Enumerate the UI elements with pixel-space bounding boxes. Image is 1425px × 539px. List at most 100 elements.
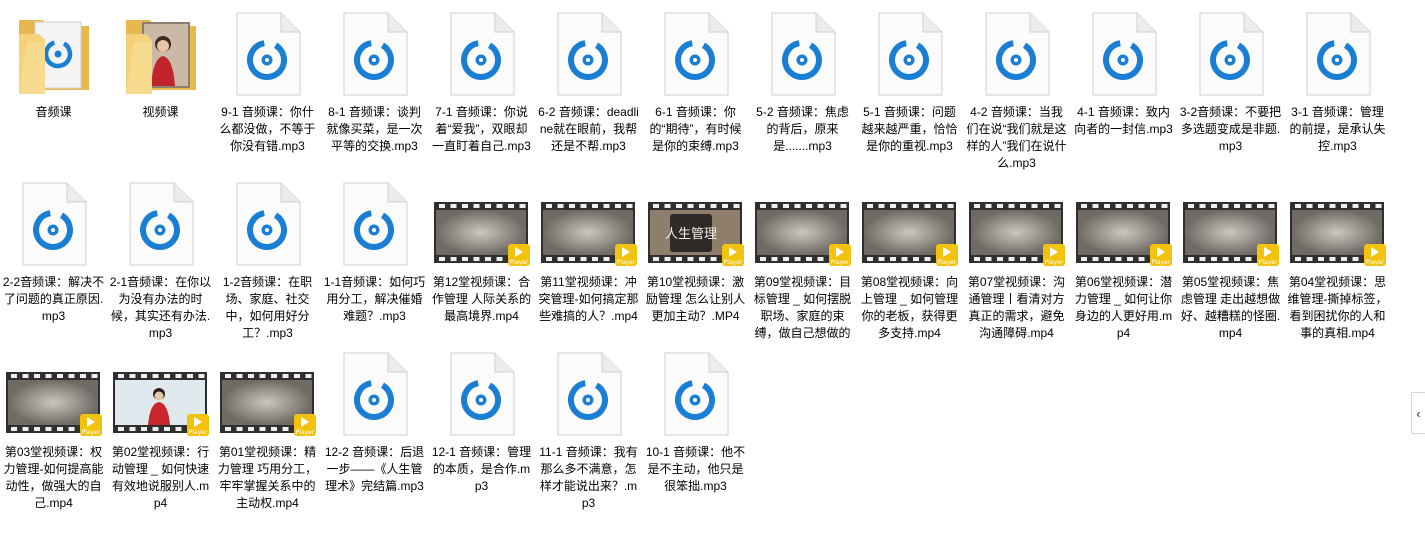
file-item[interactable]: Player 第01堂视频课：精力管理 巧用分工，牢牢掌握关系中的主动权.mp4: [214, 350, 321, 520]
player-badge-text: Player: [81, 429, 100, 436]
player-badge-text: Player: [1044, 259, 1063, 266]
file-name: 1-2音频课：在职场、家庭、社交中，如何用好分工？.mp3: [222, 275, 313, 340]
file-name: 1-1音频课：如何巧用分工，解决催婚难题？.mp3: [323, 275, 426, 323]
file-name: 第06堂视频课：潜力管理 _ 如何让你身边的人更好用.mp4: [1074, 275, 1173, 340]
logo-text: 人生管理: [664, 227, 716, 242]
audio-file-icon: [327, 350, 423, 436]
file-name: 3-2音频课：不要把多选题变成是非题.mp3: [1179, 105, 1282, 153]
file-name: 9-1 音频课：你什么都没做，不等于你没有错.mp3: [219, 105, 316, 153]
audio-file-icon: [434, 350, 530, 436]
file-item[interactable]: Player 第06堂视频课：潜力管理 _ 如何让你身边的人更好用.mp4: [1070, 180, 1177, 350]
file-item[interactable]: 12-1 音频课：管理的本质，是合作.mp3: [428, 350, 535, 520]
audio-file-icon: [434, 10, 530, 96]
audio-file-icon: [541, 10, 637, 96]
player-badge-text: Player: [937, 259, 956, 266]
video-file-icon: Player: [5, 350, 102, 436]
audio-file-icon: [327, 180, 423, 266]
file-name: 第05堂视频课：焦虑管理 走出越想做好、越糟糕的怪圈.mp4: [1180, 275, 1281, 340]
file-item[interactable]: 9-1 音频课：你什么都没做，不等于你没有错.mp3: [214, 10, 321, 180]
file-item[interactable]: Player 第02堂视频课：行动管理 _ 如何快速有效地说服别人.mp4: [107, 350, 214, 520]
player-badge-text: Player: [1365, 259, 1384, 266]
file-name: 5-2 音频课：焦虑的背后，原来是.......mp3: [756, 105, 849, 153]
audio-file-icon: [541, 350, 637, 436]
file-item[interactable]: 5-2 音频课：焦虑的背后，原来是.......mp3: [749, 10, 856, 180]
file-name: 12-2 音频课：后退一步——《人生管理术》完结篇.mp3: [324, 445, 425, 493]
file-item[interactable]: 3-1 音频课：管理的前提，是承认失控.mp3: [1284, 10, 1391, 180]
file-item[interactable]: 10-1 音频课：他不是不主动，他只是很笨拙.mp3: [642, 350, 749, 520]
file-item[interactable]: 人生管理 Player 第10堂视频课：激励管理 怎么让别人更加主动？.MP4: [642, 180, 749, 350]
player-badge-text: Player: [188, 429, 207, 436]
video-file-icon: Player: [1182, 180, 1279, 266]
file-item[interactable]: 4-1 音频课：致内向者的一封信.mp3: [1070, 10, 1177, 180]
file-name: 8-1 音频课：谈判就像买菜，是一次平等的交换.mp3: [326, 105, 423, 153]
file-item[interactable]: 1-1音频课：如何巧用分工，解决催婚难题？.mp3: [321, 180, 428, 350]
file-name: 3-1 音频课：管理的前提，是承认失控.mp3: [1289, 105, 1386, 153]
video-file-icon: Player: [968, 180, 1065, 266]
video-file-icon: Player: [112, 350, 209, 436]
audio-file-icon: [755, 10, 851, 96]
file-item[interactable]: 1-2音频课：在职场、家庭、社交中，如何用好分工？.mp3: [214, 180, 321, 350]
file-name: 2-1音频课：在你以为没有办法的时候，其实还有办法.mp3: [109, 275, 212, 340]
file-item[interactable]: Player 第11堂视频课：冲突管理-如何搞定那些难搞的人？.mp4: [535, 180, 642, 350]
video-file-icon: Player: [540, 180, 637, 266]
folder-item[interactable]: 音频课: [0, 10, 107, 180]
video-file-icon: Player: [861, 180, 958, 266]
file-item[interactable]: 2-1音频课：在你以为没有办法的时候，其实还有办法.mp3: [107, 180, 214, 350]
file-item[interactable]: Player 第08堂视频课：向上管理 _ 如何管理你的老板，获得更多支持.mp…: [856, 180, 963, 350]
audio-file-icon: [220, 10, 316, 96]
file-item[interactable]: 6-1 音频课：你的“期待”，有时候是你的束缚.mp3: [642, 10, 749, 180]
collapse-panel-button[interactable]: ‹: [1411, 392, 1425, 434]
file-name: 6-2 音频课：deadline就在眼前，我帮还是不帮.mp3: [538, 105, 639, 153]
file-item[interactable]: Player 第12堂视频课：合作管理 人际关系的最高境界.mp4: [428, 180, 535, 350]
player-badge-text: Player: [509, 259, 528, 266]
file-name: 第09堂视频课：目标管理 _ 如何摆脱职场、家庭的束缚，做自己想做的事.mp4: [753, 275, 852, 340]
file-name: 11-1 音频课：我有那么多不满意，怎样才能说出来？.mp3: [539, 445, 638, 510]
file-name: 视频课: [142, 105, 179, 119]
file-item[interactable]: Player 第07堂视频课：沟通管理丨看清对方真正的需求，避免沟通障碍.mp4: [963, 180, 1070, 350]
file-name: 12-1 音频课：管理的本质，是合作.mp3: [431, 445, 532, 493]
file-item[interactable]: 12-2 音频课：后退一步——《人生管理术》完结篇.mp3: [321, 350, 428, 520]
file-name: 第08堂视频课：向上管理 _ 如何管理你的老板，获得更多支持.mp4: [860, 275, 959, 340]
file-item[interactable]: Player 第03堂视频课：权力管理-如何提高能动性，做强大的自己.mp4: [0, 350, 107, 520]
file-item[interactable]: Player 第04堂视频课：思维管理-撕掉标签，看到困扰你的人和事的真相.mp…: [1284, 180, 1391, 350]
video-file-icon: Player: [754, 180, 851, 266]
file-name: 第01堂视频课：精力管理 巧用分工，牢牢掌握关系中的主动权.mp4: [217, 445, 318, 510]
video-file-icon: Player: [433, 180, 530, 266]
audio-file-icon: [6, 180, 102, 266]
chevron-left-icon: ‹: [1416, 405, 1421, 421]
audio-file-icon: [648, 10, 744, 96]
audio-file-icon: [969, 10, 1065, 96]
file-item[interactable]: 6-2 音频课：deadline就在眼前，我帮还是不帮.mp3: [535, 10, 642, 180]
file-name: 音频课: [35, 105, 72, 119]
file-grid: 音频课 视频课 9-1 音频课：你什么都没做，不等于你没有错.mp3 8-1 音…: [0, 10, 1410, 520]
audio-file-icon: [648, 350, 744, 436]
player-badge-text: Player: [1258, 259, 1277, 266]
file-name: 第02堂视频课：行动管理 _ 如何快速有效地说服别人.mp4: [111, 445, 210, 510]
video-file-icon: 人生管理 Player: [647, 180, 744, 266]
file-item[interactable]: 3-2音频课：不要把多选题变成是非题.mp3: [1177, 10, 1284, 180]
video-file-icon: Player: [1075, 180, 1172, 266]
file-item[interactable]: Player 第05堂视频课：焦虑管理 走出越想做好、越糟糕的怪圈.mp4: [1177, 180, 1284, 350]
player-badge-text: Player: [1151, 259, 1170, 266]
player-badge-text: Player: [616, 259, 635, 266]
file-name: 5-1 音频课：问题越来越严重，恰恰是你的重视.mp3: [861, 105, 958, 153]
file-name: 第04堂视频课：思维管理-撕掉标签，看到困扰你的人和事的真相.mp4: [1287, 275, 1388, 340]
file-name: 6-1 音频课：你的“期待”，有时候是你的束缚.mp3: [649, 105, 742, 153]
folder-item[interactable]: 视频课: [107, 10, 214, 180]
audio-file-icon: [113, 180, 209, 266]
file-item[interactable]: 5-1 音频课：问题越来越严重，恰恰是你的重视.mp3: [856, 10, 963, 180]
file-item[interactable]: 8-1 音频课：谈判就像买菜，是一次平等的交换.mp3: [321, 10, 428, 180]
file-name: 2-2音频课：解决不了问题的真正原因.mp3: [2, 275, 105, 323]
file-item[interactable]: 7-1 音频课：你说着“爱我”，双眼却一直盯着自己.mp3: [428, 10, 535, 180]
video-file-icon: Player: [1289, 180, 1386, 266]
file-name: 10-1 音频课：他不是不主动，他只是很笨拙.mp3: [645, 445, 746, 493]
audio-file-icon: [327, 10, 423, 96]
file-item[interactable]: Player 第09堂视频课：目标管理 _ 如何摆脱职场、家庭的束缚，做自己想做…: [749, 180, 856, 350]
folder-icon: [6, 10, 102, 96]
file-item[interactable]: 4-2 音频课：当我们在说“我们就是这样的人”我们在说什么.mp3: [963, 10, 1070, 180]
file-item[interactable]: 11-1 音频课：我有那么多不满意，怎样才能说出来？.mp3: [535, 350, 642, 520]
file-name: 4-1 音频课：致内向者的一封信.mp3: [1074, 105, 1173, 136]
file-name: 第10堂视频课：激励管理 怎么让别人更加主动？.MP4: [645, 275, 746, 323]
audio-file-icon: [220, 180, 316, 266]
file-item[interactable]: 2-2音频课：解决不了问题的真正原因.mp3: [0, 180, 107, 350]
